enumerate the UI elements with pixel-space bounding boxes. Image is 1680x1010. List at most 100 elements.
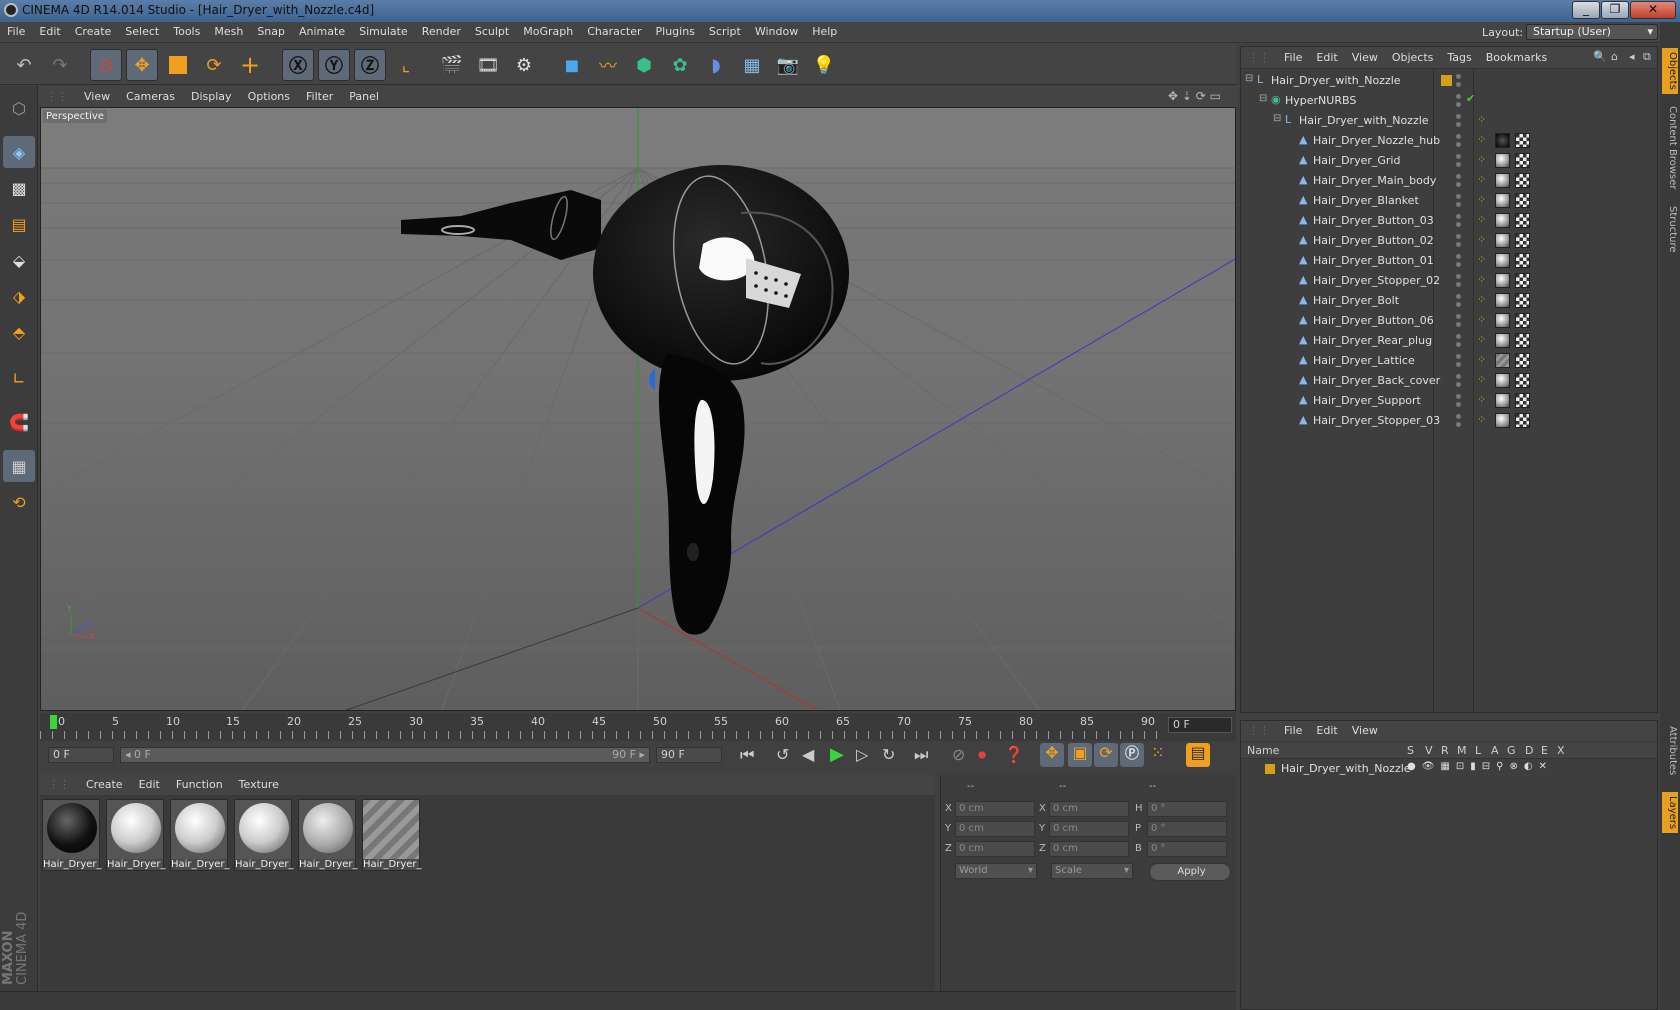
objects-menu-view[interactable]: View: [1345, 47, 1385, 68]
phong-tag-icon[interactable]: ⁘: [1477, 333, 1486, 346]
close-button[interactable]: ✕: [1630, 1, 1676, 19]
rotation-h-field[interactable]: 0 °: [1147, 801, 1227, 817]
menu-window[interactable]: Window: [748, 22, 805, 41]
editor-visibility-dot[interactable]: [1456, 234, 1461, 239]
menu-character[interactable]: Character: [580, 22, 648, 41]
render-visibility-dot[interactable]: [1456, 262, 1461, 267]
position-y-field[interactable]: 0 cm: [955, 821, 1035, 837]
next-key-icon[interactable]: ↻: [882, 745, 895, 764]
record-keys-icon[interactable]: ⊘: [952, 745, 965, 764]
play-icon[interactable]: ▶: [830, 744, 844, 765]
editor-visibility-dot[interactable]: [1456, 334, 1461, 339]
menu-help[interactable]: Help: [805, 22, 844, 41]
material-tag-icon[interactable]: [1495, 333, 1510, 348]
uvw-tag-icon[interactable]: [1515, 193, 1530, 208]
layer-color-swatch[interactable]: [1265, 764, 1275, 774]
layers-menu-edit[interactable]: Edit: [1309, 721, 1344, 740]
objects-menu-bookmarks[interactable]: Bookmarks: [1479, 47, 1554, 68]
home-icon[interactable]: ⌂: [1611, 50, 1618, 63]
object-name[interactable]: Hair_Dryer_Nozzle_hub: [1313, 134, 1440, 147]
object-row[interactable]: ⊟ L Hair_Dryer_with_Nozzle ⁘: [1241, 111, 1657, 131]
render-picture-viewer-icon[interactable]: 🎞: [472, 49, 504, 81]
object-row[interactable]: ▲ Hair_Dryer_Grid ⁘: [1241, 151, 1657, 171]
material-swatch[interactable]: Hair_Dryer_: [362, 799, 422, 871]
phong-tag-icon[interactable]: ⁘: [1477, 233, 1486, 246]
phong-tag-icon[interactable]: ⁘: [1477, 373, 1486, 386]
material-tag-icon[interactable]: [1495, 173, 1510, 188]
editor-visibility-dot[interactable]: [1456, 354, 1461, 359]
editor-visibility-dot[interactable]: [1456, 154, 1461, 159]
end-frame-field[interactable]: 90 F: [656, 747, 722, 763]
uvw-tag-icon[interactable]: [1515, 313, 1530, 328]
material-tag-icon[interactable]: [1495, 213, 1510, 228]
new-window-icon[interactable]: ⧉: [1643, 50, 1651, 64]
uvw-tag-icon[interactable]: [1515, 373, 1530, 388]
material-tag-icon[interactable]: [1495, 393, 1510, 408]
key-position-icon[interactable]: ✥: [1040, 743, 1064, 767]
render-visibility-dot[interactable]: [1456, 362, 1461, 367]
previous-frame-icon[interactable]: ◀: [802, 745, 814, 764]
uvw-tag-icon[interactable]: [1515, 293, 1530, 308]
render-visibility-dot[interactable]: [1456, 82, 1461, 87]
tree-toggle-icon[interactable]: ⊟: [1273, 113, 1281, 124]
maximize-button[interactable]: ❐: [1601, 1, 1629, 19]
viewport-nav-icons[interactable]: ✥ ⇣ ⟳ ▭: [1168, 89, 1221, 103]
object-name[interactable]: Hair_Dryer_Button_06: [1313, 314, 1434, 327]
viewport-perspective[interactable]: Perspective Y Z X: [40, 107, 1236, 711]
material-swatch[interactable]: Hair_Dryer_: [106, 799, 166, 871]
layer-row[interactable]: Hair_Dryer_with_Nozzle ●👁▦⊡▮⊟⚲⊗◐✕: [1241, 761, 1657, 779]
spline-pen-icon[interactable]: 〰: [592, 49, 624, 81]
material-menu-edit[interactable]: Edit: [131, 775, 168, 794]
render-visibility-dot[interactable]: [1456, 422, 1461, 427]
editor-visibility-dot[interactable]: [1456, 414, 1461, 419]
viewport-menu-panel[interactable]: Panel: [341, 86, 387, 107]
object-name[interactable]: Hair_Dryer_Bolt: [1313, 294, 1399, 307]
layers-menu-view[interactable]: View: [1345, 721, 1385, 740]
apply-button[interactable]: Apply: [1149, 863, 1231, 881]
menu-mesh[interactable]: Mesh: [207, 22, 250, 41]
object-row[interactable]: ▲ Hair_Dryer_Button_03 ⁘: [1241, 211, 1657, 231]
object-name[interactable]: Hair_Dryer_Button_02: [1313, 234, 1434, 247]
phong-tag-icon[interactable]: ⁘: [1477, 253, 1486, 266]
viewport-menu-filter[interactable]: Filter: [298, 86, 341, 107]
move-icon[interactable]: ✥: [126, 49, 158, 81]
start-frame-field[interactable]: 0 F: [48, 747, 114, 763]
phong-tag-icon[interactable]: ⁘: [1477, 133, 1486, 146]
object-row[interactable]: ▲ Hair_Dryer_Button_01 ⁘: [1241, 251, 1657, 271]
tab-content-browser[interactable]: Content Browser: [1662, 102, 1678, 193]
phong-tag-icon[interactable]: ⁘: [1477, 173, 1486, 186]
editor-visibility-dot[interactable]: [1456, 374, 1461, 379]
object-row[interactable]: ▲ Hair_Dryer_Blanket ⁘: [1241, 191, 1657, 211]
material-tag-icon[interactable]: [1495, 353, 1510, 368]
object-row[interactable]: ▲ Hair_Dryer_Lattice ⁘: [1241, 351, 1657, 371]
snapping-icon[interactable]: ▦: [3, 450, 35, 482]
phong-tag-icon[interactable]: ⁘: [1477, 393, 1486, 406]
tweak-mode-icon[interactable]: 🧲: [3, 406, 35, 438]
position-z-field[interactable]: 0 cm: [955, 841, 1035, 857]
render-visibility-dot[interactable]: [1456, 382, 1461, 387]
render-visibility-dot[interactable]: [1456, 102, 1461, 107]
uvw-tag-icon[interactable]: [1515, 253, 1530, 268]
uvw-tag-icon[interactable]: [1515, 213, 1530, 228]
material-swatch[interactable]: Hair_Dryer_: [298, 799, 358, 871]
layer-color-swatch[interactable]: [1441, 75, 1452, 86]
object-row[interactable]: ▲ Hair_Dryer_Bolt ⁘: [1241, 291, 1657, 311]
render-visibility-dot[interactable]: [1456, 402, 1461, 407]
key-rotation-icon[interactable]: ⟳: [1094, 743, 1118, 767]
material-menu-function[interactable]: Function: [168, 775, 231, 794]
material-tag-icon[interactable]: [1495, 273, 1510, 288]
phong-tag-icon[interactable]: ⁘: [1477, 313, 1486, 326]
material-tag-icon[interactable]: [1495, 193, 1510, 208]
redo-icon[interactable]: ↷: [44, 49, 76, 81]
object-name[interactable]: Hair_Dryer_Main_body: [1313, 174, 1436, 187]
layers-menu-file[interactable]: File: [1277, 721, 1309, 740]
editor-visibility-dot[interactable]: [1456, 394, 1461, 399]
render-visibility-dot[interactable]: [1456, 222, 1461, 227]
current-frame-field[interactable]: 0 F: [1168, 717, 1232, 733]
material-tag-icon[interactable]: [1495, 153, 1510, 168]
editor-visibility-dot[interactable]: [1456, 194, 1461, 199]
tab-structure[interactable]: Structure: [1662, 202, 1678, 257]
rotation-b-field[interactable]: 0 °: [1147, 841, 1227, 857]
cube-icon[interactable]: ◼: [556, 49, 588, 81]
render-visibility-dot[interactable]: [1456, 302, 1461, 307]
